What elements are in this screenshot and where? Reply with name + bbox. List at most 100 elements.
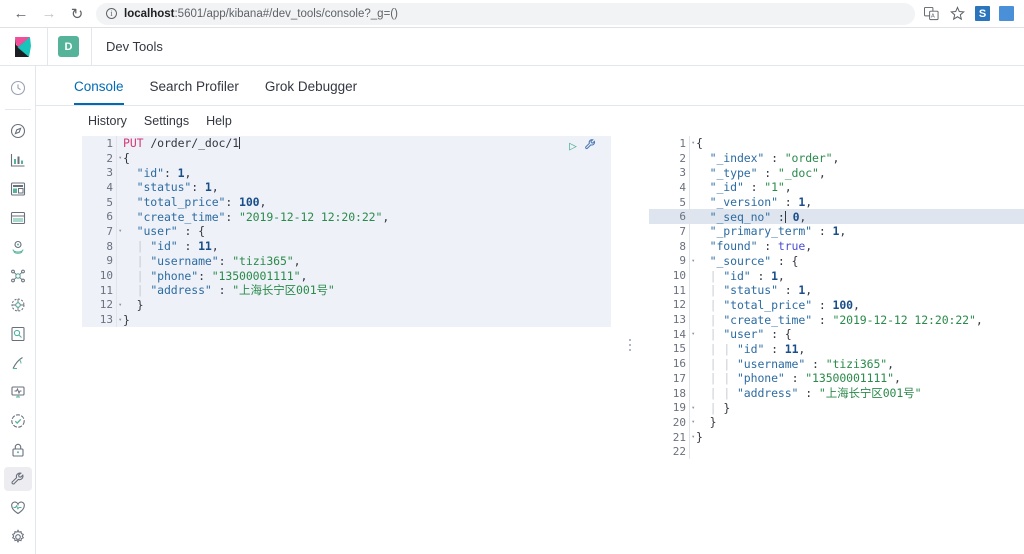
code-text: | | "address" : "上海长宁区001号" [690, 385, 921, 401]
fold-toggle-icon[interactable]: ▾ [118, 155, 122, 162]
code-text: | | "phone" : "13500001111", [690, 371, 901, 385]
sidebar-item-maps[interactable] [4, 235, 32, 259]
sidebar-item-management[interactable] [4, 525, 32, 549]
response-editor[interactable]: 1▾{2 "_index" : "order",3 "_type" : "_do… [649, 136, 1024, 554]
code-line[interactable]: 13▾} [82, 312, 611, 327]
submenu-item-history[interactable]: History [88, 114, 127, 128]
translate-icon[interactable]: A [923, 5, 940, 22]
code-line[interactable]: 18 | | "address" : "上海长宁区001号" [649, 386, 1024, 401]
code-line[interactable]: 15 | | "id" : 11, [649, 342, 1024, 357]
code-line[interactable]: 8 "found" : true, [649, 239, 1024, 254]
fold-toggle-icon[interactable]: ▾ [691, 140, 695, 147]
sidebar-item-siem[interactable] [4, 409, 32, 433]
fold-toggle-icon[interactable]: ▾ [118, 316, 122, 323]
code-line[interactable]: 3 "_type" : "_doc", [649, 165, 1024, 180]
code-line[interactable]: 6 "_seq_no" : 0, [649, 209, 1024, 224]
code-line[interactable]: 7 "_primary_term" : 1, [649, 224, 1024, 239]
sidebar-divider [5, 109, 31, 110]
sidebar-item-apm[interactable] [4, 351, 32, 375]
sidebar-item-monitoring[interactable] [4, 496, 32, 520]
star-icon[interactable] [949, 5, 966, 22]
address-bar[interactable]: i localhost:5601/app/kibana#/dev_tools/c… [96, 3, 915, 25]
code-line[interactable]: 17 | | "phone" : "13500001111", [649, 371, 1024, 386]
code-text: "_version" : 1, [690, 195, 812, 209]
sidebar-item-security[interactable] [4, 438, 32, 462]
code-line[interactable]: 1PUT /order/_doc/1 [82, 136, 611, 151]
forward-icon[interactable]: → [36, 2, 62, 26]
code-line[interactable]: 10 | "id" : 1, [649, 268, 1024, 283]
code-line[interactable]: 16 | | "username" : "tizi365", [649, 356, 1024, 371]
request-code-block[interactable]: 1PUT /order/_doc/12▾{3 "id": 1,4 "status… [82, 136, 611, 327]
sidebar-item-canvas[interactable] [4, 206, 32, 230]
code-line[interactable]: 9 | "username": "tizi365", [82, 254, 611, 269]
code-line[interactable]: 21▾} [649, 430, 1024, 445]
code-line[interactable]: 14▾ | "user" : { [649, 327, 1024, 342]
sidebar-item-uptime[interactable] [4, 380, 32, 404]
code-line[interactable]: 12 | "total_price" : 100, [649, 298, 1024, 313]
fold-toggle-icon[interactable]: ▾ [118, 228, 122, 235]
response-code-block[interactable]: 1▾{2 "_index" : "order",3 "_type" : "_do… [649, 136, 1024, 459]
fold-toggle-icon[interactable]: ▾ [118, 301, 122, 308]
fold-toggle-icon[interactable]: ▾ [691, 331, 695, 338]
app-body: Console Search Profiler Grok Debugger Hi… [0, 66, 1024, 554]
line-number: 10 [649, 269, 689, 282]
code-line[interactable]: 4 "status": 1, [82, 180, 611, 195]
site-info-icon[interactable]: i [106, 8, 117, 19]
code-line[interactable]: 7▾ "user" : { [82, 224, 611, 239]
code-line[interactable]: 20▾ } [649, 415, 1024, 430]
wrench-icon[interactable] [584, 138, 597, 154]
fold-toggle-icon[interactable]: ▾ [691, 257, 695, 264]
editor-resizer[interactable] [611, 136, 649, 554]
code-line[interactable]: 1▾{ [649, 136, 1024, 151]
back-icon[interactable]: ← [8, 2, 34, 26]
app-badge: D [58, 36, 79, 57]
code-line[interactable]: 9▾ "_source" : { [649, 254, 1024, 269]
sidebar-item-dashboard[interactable] [4, 177, 32, 201]
code-line[interactable]: 13 | "create_time" : "2019-12-12 12:20:2… [649, 312, 1024, 327]
code-line[interactable]: 2 "_index" : "order", [649, 151, 1024, 166]
code-line[interactable]: 8 | "id" : 11, [82, 239, 611, 254]
code-line[interactable]: 4 "_id" : "1", [649, 180, 1024, 195]
code-line[interactable]: 3 "id": 1, [82, 165, 611, 180]
code-line[interactable]: 12▾ } [82, 298, 611, 313]
submenu-item-help[interactable]: Help [206, 114, 232, 128]
code-line[interactable]: 11 | "address" : "上海长宁区001号" [82, 283, 611, 298]
sidebar-item-logs[interactable] [4, 322, 32, 346]
code-line[interactable]: 2▾{ [82, 151, 611, 166]
fold-toggle-icon[interactable]: ▾ [691, 434, 695, 441]
svg-text:A: A [931, 14, 935, 20]
line-number: 9▾ [649, 254, 689, 267]
line-number: 18 [649, 387, 689, 400]
submenu-item-settings[interactable]: Settings [144, 114, 189, 128]
tab-grok-debugger[interactable]: Grok Debugger [265, 79, 357, 105]
kibana-logo-icon[interactable] [0, 28, 48, 66]
sidebar-item-dev-tools[interactable] [4, 467, 32, 491]
reload-icon[interactable]: ↻ [64, 2, 90, 26]
request-editor[interactable]: ▷ 1PUT /order/_doc/12▾{3 "id": 1,4 "stat… [82, 136, 611, 554]
code-line[interactable]: 10 | "phone": "13500001111", [82, 268, 611, 283]
code-line[interactable]: 6 "create_time": "2019-12-12 12:20:22", [82, 209, 611, 224]
tab-console[interactable]: Console [74, 79, 124, 105]
code-line[interactable]: 11 | "status" : 1, [649, 283, 1024, 298]
resize-grip-icon [629, 339, 631, 351]
code-line[interactable]: 5 "total_price": 100, [82, 195, 611, 210]
sidebar-item-recently-viewed[interactable] [4, 76, 32, 100]
play-icon[interactable]: ▷ [569, 139, 577, 154]
extension-s-icon[interactable]: S [975, 6, 990, 21]
extension-second-icon[interactable] [999, 6, 1014, 21]
line-number: 12▾ [82, 298, 116, 311]
code-line[interactable]: 5 "_version" : 1, [649, 195, 1024, 210]
line-number: 5 [649, 196, 689, 209]
code-line[interactable]: 19▾ | } [649, 400, 1024, 415]
line-number: 1 [82, 137, 116, 150]
page-title: Dev Tools [106, 39, 163, 54]
sidebar-item-infrastructure[interactable] [4, 293, 32, 317]
line-number: 4 [82, 181, 116, 194]
sidebar-item-machine-learning[interactable] [4, 264, 32, 288]
fold-toggle-icon[interactable]: ▾ [691, 404, 695, 411]
fold-toggle-icon[interactable]: ▾ [691, 419, 695, 426]
sidebar-item-visualize[interactable] [4, 148, 32, 172]
tab-search-profiler[interactable]: Search Profiler [150, 79, 239, 105]
sidebar-item-discover[interactable] [4, 119, 32, 143]
code-line[interactable]: 22 [649, 444, 1024, 459]
